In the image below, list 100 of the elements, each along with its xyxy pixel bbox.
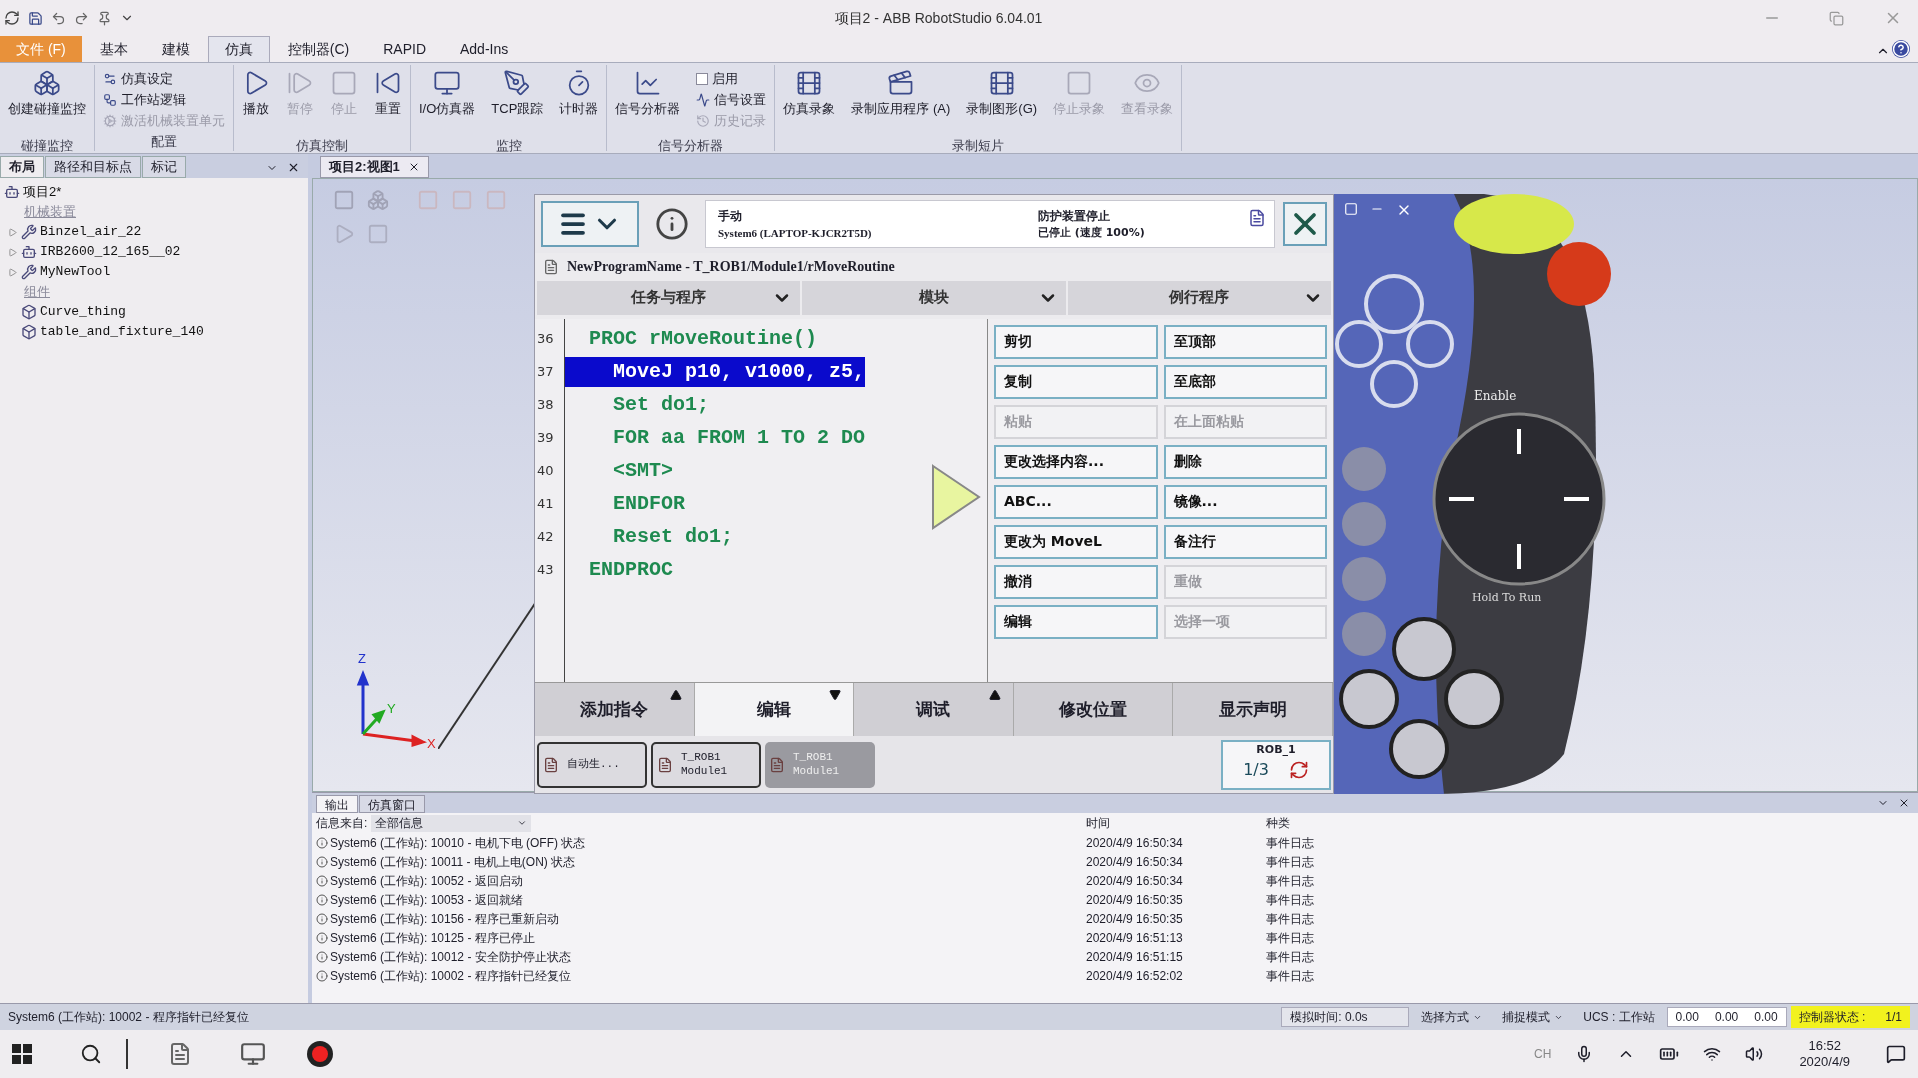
line-number: 41 [536,495,555,514]
panel-tab[interactable]: 布局 [0,156,44,178]
code-line[interactable]: PROC rMoveRoutine() [565,324,818,355]
code-line[interactable]: <SMT> [565,456,674,487]
tree-item[interactable]: Binzel_air_22 [40,222,142,242]
log-message: System6 (工作站): 10053 - 返回就绪 [330,891,523,909]
edit-menu-item[interactable]: 至顶部 [1163,324,1327,359]
snap-mode-dropdown[interactable]: 捕捉模式 [1494,1008,1572,1026]
code-line[interactable]: ENDFOR [565,489,686,520]
close-icon[interactable] [1898,797,1910,809]
ribbon-tab[interactable]: 控制器(C) [271,36,366,62]
checkbox[interactable] [696,73,709,85]
code-line[interactable]: Set do1; [565,390,710,421]
document-tab[interactable]: 项目2:视图1 [320,156,429,178]
log-kind: 事件日志 [1266,929,1315,947]
search-icon[interactable] [80,1043,102,1065]
help-icon[interactable] [1892,40,1910,58]
filter-dropdown[interactable]: 全部信息 [371,814,532,832]
code-line[interactable]: Reset do1; [565,522,734,553]
ribbon-tab[interactable]: 仿真 [207,36,270,62]
menu-button[interactable] [541,200,639,247]
info-icon[interactable] [655,206,689,241]
pin-icon[interactable] [97,10,112,26]
ribbon-tab[interactable]: 建模 [145,36,206,62]
code-line[interactable]: ENDPROC [565,555,674,586]
ribbon-tab[interactable]: 基本 [83,36,144,62]
checkbox-label: 启用 [712,70,739,89]
file-icon[interactable] [168,1042,192,1066]
wifi-icon[interactable] [1703,1045,1722,1063]
selector-dropdown[interactable]: 例行程序 [1067,280,1331,315]
tree-item[interactable]: IRB2600_12_165__02 [40,242,181,262]
expand-toggle-icon[interactable] [8,227,18,237]
windows-logo-icon[interactable] [12,1044,32,1064]
record-icon[interactable] [306,1040,334,1068]
tree-item[interactable]: MyNewTool [40,262,111,282]
group-label: 仿真控制 [295,137,349,156]
close-icon[interactable] [287,161,300,174]
ribbon-tab[interactable]: RAPID [367,36,442,62]
edit-menu-item[interactable]: 更改选择内容... [994,444,1158,479]
ribbon-button[interactable]: 仿真录象 [779,65,840,137]
task-button[interactable]: 自动生... [537,741,647,788]
save-icon[interactable] [28,10,43,26]
code-line[interactable]: FOR aa FROM 1 TO 2 DO [565,423,866,454]
output-tab[interactable]: 输出 [316,795,358,813]
panel-tab[interactable]: 路径和目标点 [45,156,141,178]
maximize-icon[interactable] [1344,202,1358,216]
document-icon[interactable] [1248,208,1266,227]
ribbon-button[interactable]: 录制图形(G) [962,65,1042,137]
edit-menu-item[interactable]: 编辑 [994,604,1158,639]
notifications-icon[interactable] [1886,1044,1906,1064]
expand-toggle-icon[interactable] [8,267,18,277]
output-tab[interactable]: 仿真窗口 [359,795,425,813]
ribbon-button[interactable]: 录制应用程序 (A) [847,65,955,137]
ribbon-button[interactable]: 播放 [238,65,274,137]
select-mode-dropdown[interactable]: 选择方式 [1413,1008,1491,1026]
edit-menu-item[interactable]: 备注行 [1163,524,1327,559]
undo-icon[interactable] [51,10,66,26]
edit-menu-item[interactable]: 镜像... [1163,484,1327,519]
ribbon-button[interactable]: 信号分析器 [611,65,685,137]
task-label: T_ROB1 [681,750,721,765]
selector-dropdown[interactable]: 任务与程序 [537,280,801,315]
info-icon [316,912,328,925]
tree-item[interactable]: table_and_fixture_140 [40,322,204,342]
task-button[interactable]: T_ROB1 Module1 [651,741,761,788]
ribbon-button[interactable]: 计时器 [555,65,603,137]
log-message: System6 (工作站): 10011 - 电机上电(ON) 状态 [330,853,576,871]
redo-icon[interactable] [74,10,89,26]
ribbon-button[interactable]: TCP跟踪 [487,65,548,137]
ribbon-button[interactable]: 工作站逻辑 [103,90,225,110]
3d-viewport[interactable] [312,178,1918,792]
ribbon-checkbox[interactable]: 启用 [696,69,767,89]
log-time: 2020/4/9 16:50:35 [1086,910,1184,928]
ribbon-button[interactable]: 创建碰撞监控 [4,65,90,137]
ribbon-button[interactable]: 信号设置 [696,90,767,110]
panel-tab[interactable]: 标记 [142,156,186,178]
selector-dropdown[interactable]: 模块 [802,280,1066,315]
command-button[interactable]: 编辑 [694,683,855,737]
settings-icon [103,72,117,86]
ribbon-tab[interactable]: Add-Ins [444,36,525,62]
expand-arrow-icon[interactable] [931,463,981,530]
edit-menu-item[interactable]: 撤消 [994,564,1158,599]
edit-menu-item[interactable]: 更改为 MoveL [994,524,1158,559]
edit-menu-item[interactable]: ABC... [994,484,1158,519]
edit-menu-item[interactable]: 剪切 [994,324,1158,359]
tree-item[interactable]: Curve_thing [40,302,126,322]
app-icon[interactable] [240,1041,266,1067]
ribbon-button[interactable]: 重置 [370,65,406,137]
ribbon-button[interactable]: 仿真设定 [103,69,225,89]
edit-menu-item[interactable]: 至底部 [1163,364,1327,399]
line-number: 37 [536,363,555,382]
ribbon-button[interactable]: I/O仿真器 [415,65,480,137]
expand-toggle-icon[interactable] [8,247,18,257]
edit-menu-item[interactable]: 复制 [994,364,1158,399]
volume-icon[interactable] [1745,1045,1764,1063]
robot-status-button[interactable]: ROB_1 1/3 [1221,739,1331,790]
log-message: System6 (工作站): 10012 - 安全防护停止状态 [330,948,571,966]
clock-time: 16:52 [1808,1037,1841,1054]
close-button[interactable] [1283,201,1327,246]
tree-item[interactable]: 项目2* [23,182,62,202]
edit-menu-item[interactable]: 删除 [1163,444,1327,479]
